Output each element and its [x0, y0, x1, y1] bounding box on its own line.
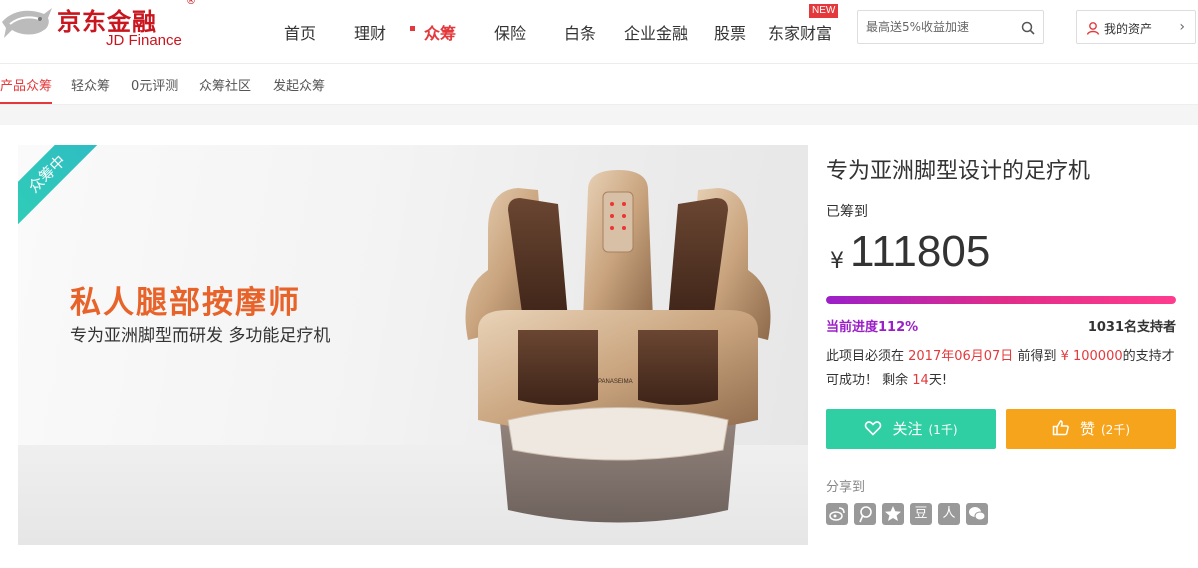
project-title: 专为亚洲脚型设计的足疗机	[826, 159, 1091, 184]
registered-mark: ®	[186, 0, 196, 7]
wechat-glyph	[969, 507, 986, 521]
target-amount: ¥ 100000	[1060, 349, 1123, 364]
progress-label: 当前进度112%	[826, 320, 919, 335]
deadline-date: 2017年06月07日	[908, 349, 1014, 364]
project-info: 专为亚洲脚型设计的足疗机 已筹到 ¥ 111805 当前进度112% 1031名…	[826, 125, 1178, 568]
nav-enterprise-finance[interactable]: 企业金融	[624, 20, 688, 44]
currency-symbol: ¥	[830, 249, 844, 274]
follow-button[interactable]: 关注 (1千)	[826, 409, 996, 449]
subnav-product-crowdfunding[interactable]: 产品众筹	[0, 75, 52, 94]
nav-home[interactable]: 首页	[284, 20, 316, 44]
active-dot	[410, 26, 415, 31]
subnav-community[interactable]: 众筹社区	[199, 75, 251, 94]
nav-baitiao[interactable]: 白条	[564, 20, 596, 44]
supporters-count: 1031名支持者	[1087, 320, 1176, 335]
nav-wealth[interactable]: 理财	[354, 20, 386, 44]
subnav-active-underline	[0, 102, 52, 104]
nav-stocks[interactable]: 股票	[714, 20, 746, 44]
wechat-icon[interactable]	[966, 503, 988, 525]
thumbs-up-icon	[1052, 420, 1069, 436]
nav-dongjia-wealth[interactable]: 东家财富	[768, 20, 832, 44]
tencent-weibo-icon[interactable]	[854, 503, 876, 525]
douban-icon[interactable]: 豆	[910, 503, 932, 525]
search-input[interactable]	[866, 11, 1016, 43]
new-badge: NEW	[809, 4, 839, 18]
like-count: (2千)	[1101, 423, 1130, 437]
banner-subtitle: 专为亚洲脚型而研发 多功能足疗机	[70, 326, 331, 346]
user-icon	[1086, 22, 1100, 35]
weibo-icon[interactable]	[826, 503, 848, 525]
subnav-free-review[interactable]: 0元评测	[131, 75, 178, 94]
qzone-icon[interactable]	[882, 503, 904, 525]
raised-amount: 111805	[850, 227, 991, 276]
weibo-glyph	[829, 507, 845, 521]
like-button[interactable]: 赞 (2千)	[1006, 409, 1176, 449]
desc-part-4: 天!	[928, 373, 948, 388]
progress-fill	[826, 296, 1176, 304]
tencent-weibo-glyph	[859, 506, 872, 523]
search-icon[interactable]	[1021, 21, 1035, 35]
search-box	[857, 10, 1044, 44]
sub-nav: 产品众筹 轻众筹 0元评测 众筹社区 发起众筹	[0, 64, 1198, 105]
product-brand-mark: PANASEIMA	[598, 379, 633, 385]
foot-massager-image: PANASEIMA	[465, 170, 771, 523]
nav-crowdfunding-label: 众筹	[424, 24, 457, 43]
logo-fish-icon	[2, 8, 52, 38]
project-banner[interactable]: 私人腿部按摩师 专为亚洲脚型而研发 多功能足疗机 PANASEIMA 众筹中	[18, 145, 808, 545]
raised-label: 已筹到	[826, 204, 868, 220]
subnav-light-crowdfunding[interactable]: 轻众筹	[71, 75, 110, 94]
project-deadline-note: 此项目必须在 2017年06月07日 前得到 ¥ 100000的支持才可成功！ …	[826, 345, 1178, 393]
progress-bar	[826, 296, 1176, 304]
nav-crowdfunding[interactable]: 众筹	[410, 20, 457, 44]
desc-part-1: 此项目必须在	[826, 349, 909, 364]
renren-icon[interactable]: 人	[938, 503, 960, 525]
follow-label: 关注	[892, 420, 923, 438]
status-ribbon: 众筹中	[18, 145, 128, 253]
my-assets-label: 我的资产	[1104, 22, 1153, 36]
desc-part-2: 前得到	[1013, 349, 1061, 364]
share-label: 分享到	[826, 480, 866, 495]
days-remaining: 14	[912, 373, 929, 388]
follow-count: (1千)	[928, 423, 958, 437]
nav-insurance[interactable]: 保险	[494, 20, 526, 44]
top-header: 京东金融 JD Finance ® 首页 理财 众筹 保险 白条 企业金融 股票…	[0, 0, 1198, 64]
subnav-start-crowdfunding[interactable]: 发起众筹	[273, 75, 325, 94]
jd-finance-logo[interactable]: 京东金融 JD Finance ®	[0, 0, 200, 56]
qzone-glyph	[885, 506, 901, 521]
status-ribbon-label: 众筹中	[18, 145, 118, 245]
like-label: 赞	[1079, 420, 1095, 438]
banner-title: 私人腿部按摩师	[70, 285, 301, 321]
logo-english: JD Finance	[106, 32, 182, 49]
my-assets-button[interactable]: 我的资产 ›	[1076, 10, 1196, 44]
project-card: 私人腿部按摩师 专为亚洲脚型而研发 多功能足疗机 PANASEIMA 众筹中 专…	[0, 125, 1198, 568]
chevron-right-icon: ›	[1179, 19, 1185, 35]
heart-icon	[865, 421, 882, 436]
